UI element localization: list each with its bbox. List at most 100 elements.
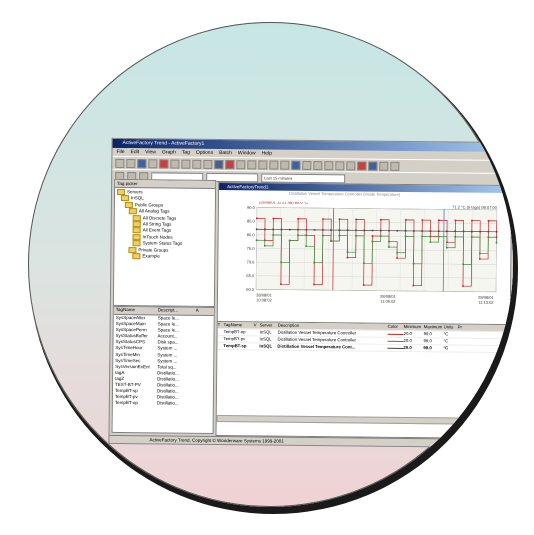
data-point (297, 234, 299, 236)
data-point (338, 218, 341, 221)
toolbar-icon[interactable] (357, 160, 367, 171)
toolbar-icon[interactable] (280, 160, 290, 170)
toolbar-icon[interactable] (236, 159, 246, 169)
grid-column-header[interactable]: Maximum (424, 324, 444, 330)
trend-title: ActiveFactoryTrend1 (227, 184, 269, 190)
grid-tagname: TempBT-pv (223, 336, 246, 342)
data-point (446, 246, 448, 249)
folder-icon (132, 214, 141, 221)
data-point (297, 228, 299, 231)
menu-edit[interactable]: Edit (130, 148, 139, 156)
toolbar-icon[interactable] (258, 159, 268, 170)
data-point (272, 234, 274, 236)
column-header[interactable]: A (196, 308, 206, 315)
toolbar-icon[interactable] (302, 160, 312, 170)
data-point (495, 230, 498, 233)
tree-node-label: All Event Tags (142, 227, 172, 234)
toolbar-icon[interactable] (335, 160, 345, 170)
data-point (462, 285, 464, 287)
data-point (479, 230, 481, 233)
toolbar-icon[interactable] (225, 159, 235, 169)
tag-grid: T TagName V Server Description Color Minimum Ma… (216, 321, 510, 428)
menu-options[interactable]: Options (196, 149, 213, 157)
window-title: ActiveFactory Trend - ActiveFactory1 (122, 140, 205, 147)
tree-node-label: InSQL (130, 195, 144, 201)
column-header[interactable]: TagName (116, 307, 158, 314)
data-point (346, 229, 349, 232)
toolbar-icon[interactable] (247, 159, 257, 169)
toolbar-icon[interactable] (115, 158, 125, 168)
data-point (429, 241, 432, 243)
toolbar-icon[interactable] (379, 161, 389, 171)
duration-combo[interactable]: Last 15 minutes (261, 172, 346, 183)
menu-graph[interactable]: Graph (162, 148, 176, 156)
menu-tag[interactable]: Tag (182, 149, 190, 157)
menu-file[interactable]: File (116, 148, 124, 156)
x-tick-time: 10:08:02 (256, 297, 272, 302)
menu-window[interactable]: Window (238, 149, 256, 157)
toolbar-icon[interactable] (203, 159, 213, 169)
grid-column-header[interactable]: Pr (458, 325, 466, 331)
close-icon[interactable]: × (504, 144, 513, 153)
data-point (255, 239, 258, 242)
data-point (355, 218, 357, 221)
toolbar-icon[interactable] (269, 160, 279, 170)
grid-column-header[interactable]: Server (260, 322, 278, 328)
toolbar-icon[interactable] (214, 159, 224, 169)
grid-units: °C (443, 338, 449, 344)
menu-batch[interactable]: Batch (219, 149, 232, 157)
grid-units: °C (443, 345, 449, 351)
data-point (471, 230, 473, 233)
data-point (322, 229, 324, 231)
tag-tree-panel: Tag picker Servers InSQL Public Groups All … (112, 178, 217, 307)
toolbar-icon[interactable] (313, 160, 323, 170)
data-point (487, 230, 490, 233)
data-point (437, 230, 440, 232)
toolbar-icon[interactable] (192, 159, 202, 169)
data-point (379, 229, 382, 232)
toolbar-icon[interactable] (390, 161, 400, 171)
data-point (272, 228, 275, 231)
toolbar-icon[interactable] (368, 161, 378, 171)
data-point (479, 252, 481, 255)
data-point (479, 258, 481, 260)
menu-view[interactable]: View (145, 148, 156, 156)
toolbar-icon[interactable] (181, 159, 191, 169)
toolbar-icon[interactable] (170, 159, 180, 169)
toolbar-icon[interactable] (291, 160, 301, 170)
column-header[interactable]: Descript... (158, 307, 196, 314)
tag-list-row[interactable]: TempBT-op Distillatio... (115, 400, 213, 407)
toolbar-icon[interactable] (126, 158, 136, 168)
data-point (355, 234, 357, 237)
data-point (429, 230, 432, 232)
horizontal-scrollbar[interactable] (216, 415, 505, 426)
grid-column-header[interactable]: Description (278, 323, 388, 330)
data-point (322, 218, 324, 220)
toolbar-icon[interactable] (324, 160, 334, 170)
folder-icon (128, 208, 137, 215)
grid-minimum: 20.0 (403, 330, 412, 337)
maximize-icon[interactable]: □ (495, 143, 504, 152)
grid-column-header[interactable]: Units (444, 324, 458, 330)
data-point (454, 236, 457, 238)
folder-icon (132, 221, 141, 228)
toolbar-icon[interactable] (159, 158, 169, 168)
data-point (379, 235, 382, 237)
minimize-icon[interactable]: _ (486, 143, 495, 152)
menu-help[interactable]: Help (262, 149, 272, 157)
x-tick-time: 11:05:02 (380, 299, 396, 304)
grid-maximum: 99.0 (423, 345, 432, 351)
tree-node-label: All String Tags (142, 221, 172, 227)
data-point (313, 229, 316, 231)
grid-column-header[interactable]: Minimum (404, 324, 424, 330)
toolbar-icon[interactable] (346, 160, 356, 170)
grid-column-header[interactable]: TagName (224, 322, 254, 328)
tree-node[interactable]: Example (116, 253, 212, 260)
tree-node-label: All Analog Tags (138, 208, 170, 214)
toolbar-icon[interactable] (137, 158, 147, 168)
grid-server: InSQL (259, 329, 272, 335)
grid-column-header[interactable]: Color (388, 324, 404, 330)
trend-chart[interactable]: 90.085.080.075.070.065.060.028/08/0110:0… (218, 201, 511, 322)
circular-frame: ActiveFactory Trend - ActiveFactory1 _ □… (28, 22, 513, 507)
toolbar-icon[interactable] (148, 158, 158, 168)
